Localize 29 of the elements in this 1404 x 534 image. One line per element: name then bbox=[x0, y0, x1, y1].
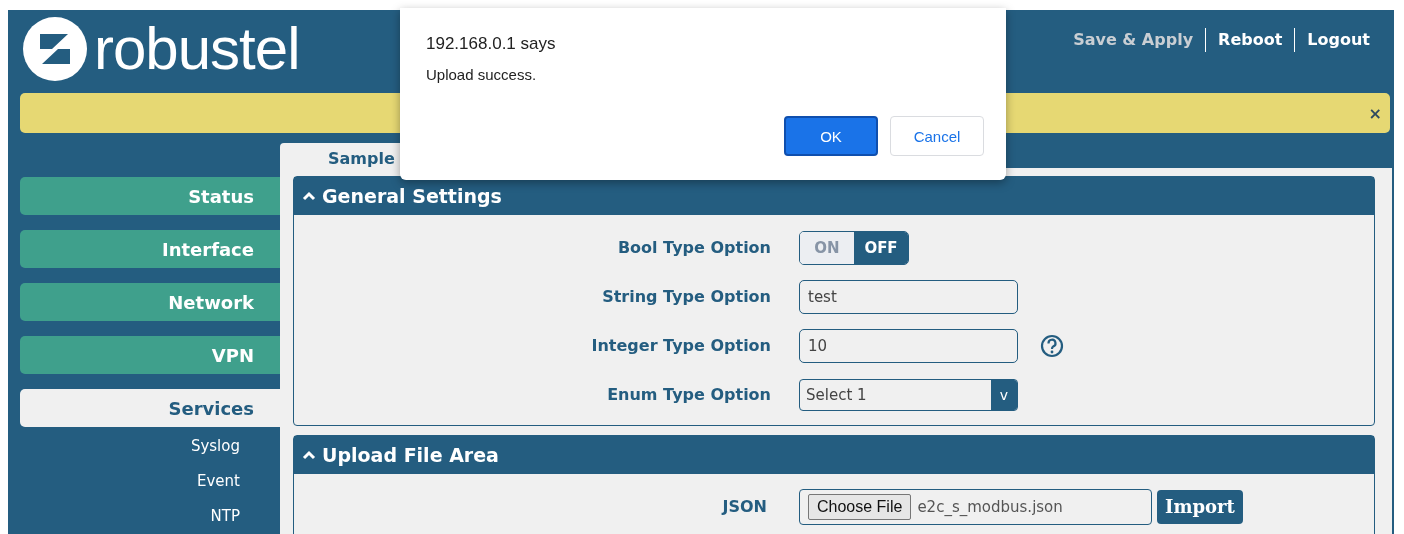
dialog-message: Upload success. bbox=[426, 66, 538, 83]
logo-icon bbox=[22, 16, 88, 82]
close-icon[interactable]: × bbox=[1368, 103, 1382, 123]
section-title: Upload File Area bbox=[322, 444, 499, 466]
dialog-title: 192.168.0.1 says bbox=[426, 34, 557, 54]
field-label: String Type Option bbox=[601, 287, 772, 306]
sidebar-subitem[interactable]: Event bbox=[20, 464, 280, 499]
dialog-button[interactable]: OK bbox=[784, 116, 878, 156]
text-field[interactable]: 10 bbox=[799, 328, 1018, 363]
header-link[interactable]: Logout bbox=[1294, 28, 1382, 52]
caret-up-icon[interactable] bbox=[302, 191, 316, 201]
sidebar-subitem[interactable]: Syslog bbox=[20, 429, 280, 464]
help-icon[interactable] bbox=[1040, 333, 1064, 358]
sidebar-subitem[interactable]: NTP bbox=[20, 499, 280, 534]
on-off-toggle[interactable]: ON OFF bbox=[799, 230, 909, 265]
dialog-button[interactable]: Cancel bbox=[890, 116, 984, 156]
field-label: Enum Type Option bbox=[606, 385, 772, 404]
caret-up-icon[interactable] bbox=[302, 450, 316, 460]
field-label: Integer Type Option bbox=[590, 336, 772, 355]
text-field[interactable]: test bbox=[799, 279, 1018, 314]
field-label: Bool Type Option bbox=[616, 238, 772, 257]
section-title: General Settings bbox=[322, 185, 502, 207]
import-button[interactable]: Import bbox=[1157, 489, 1243, 524]
logo-text: robustel bbox=[94, 17, 300, 81]
header-link[interactable]: Reboot bbox=[1205, 28, 1295, 52]
file-input[interactable]: Choose File e2c_s_modbus.json bbox=[799, 488, 1152, 525]
field-label: JSON bbox=[720, 497, 768, 516]
select-dropdown[interactable]: Select 1 v bbox=[799, 378, 1018, 411]
sidebar-item[interactable]: Services bbox=[20, 389, 280, 427]
